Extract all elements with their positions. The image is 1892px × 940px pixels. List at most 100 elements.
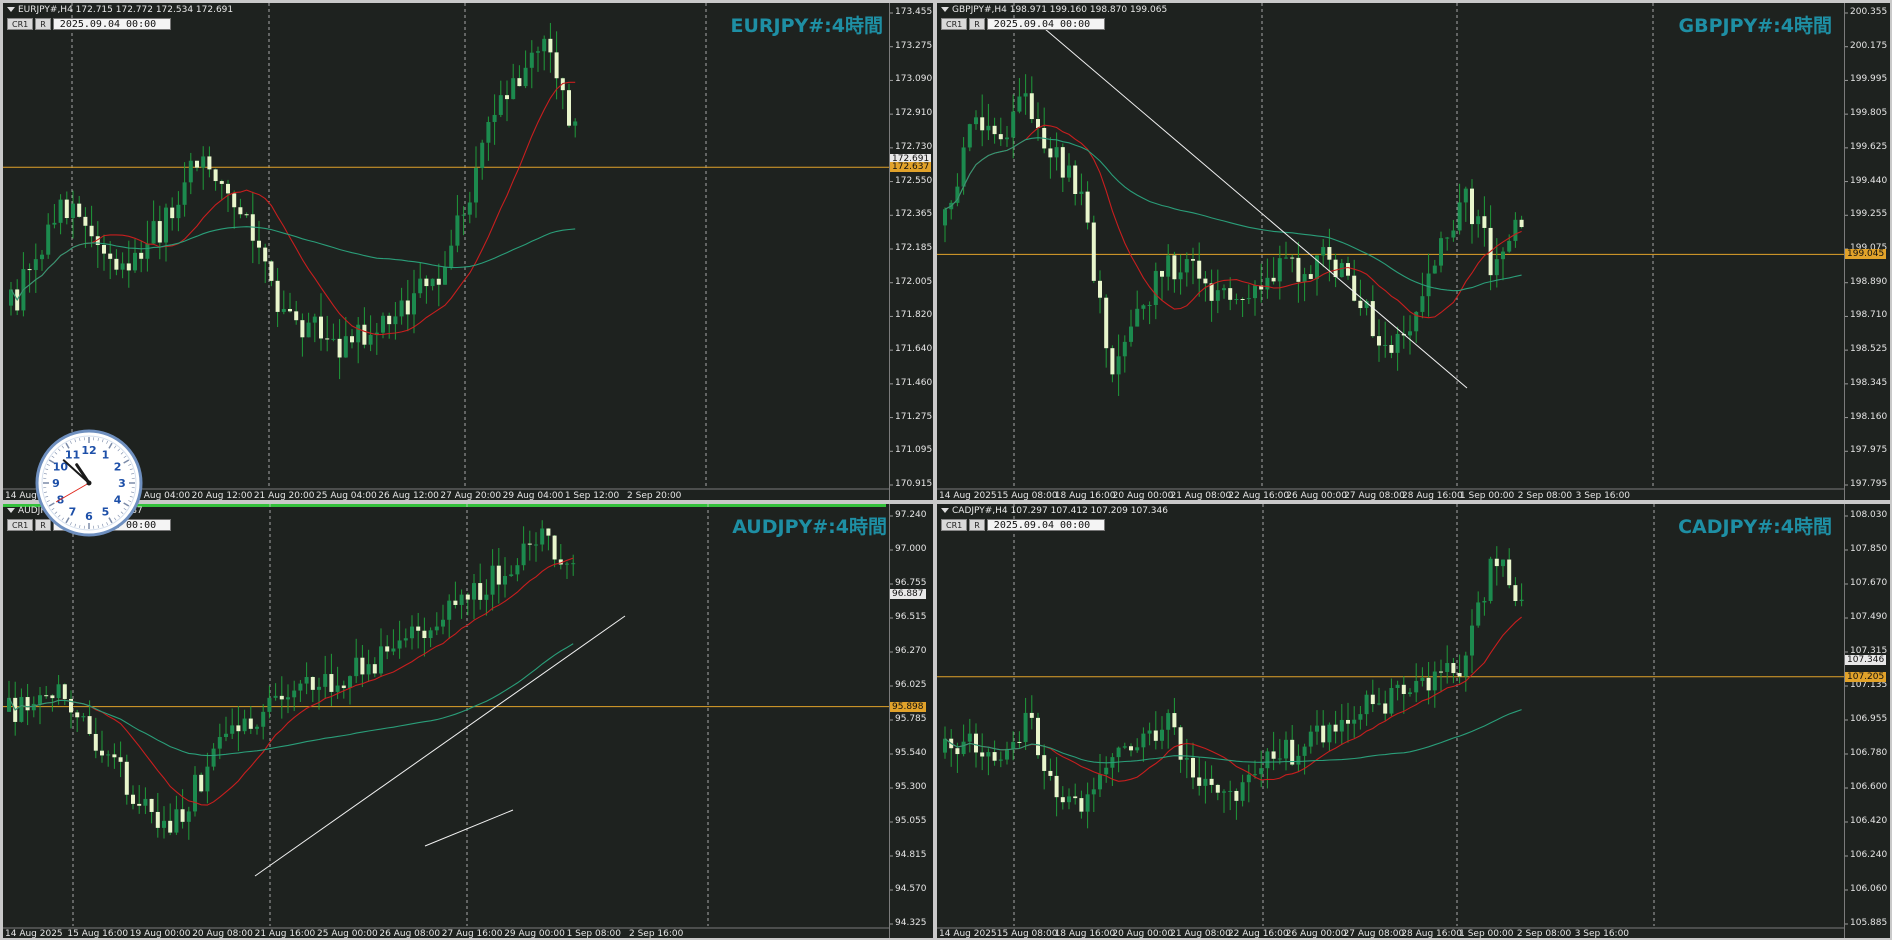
price-tick-label: 106.955 — [1850, 714, 1888, 724]
candle-body — [1184, 259, 1189, 273]
price-axis-audjpy[interactable] — [889, 504, 890, 938]
candle-body — [149, 798, 154, 812]
candle-body — [1240, 298, 1245, 300]
candle-body — [1432, 671, 1437, 691]
candle-body — [298, 683, 303, 691]
candle-body — [992, 752, 997, 761]
candle-body — [449, 245, 454, 268]
candle-body — [100, 750, 104, 756]
candle-body — [1265, 277, 1270, 290]
price-tick-label: 96.515 — [895, 612, 927, 622]
candle-body — [461, 214, 466, 216]
collapse-triangle-icon[interactable] — [7, 508, 15, 513]
candle-body — [1507, 240, 1512, 252]
moving-average-fast — [944, 124, 1522, 319]
datetime-box[interactable]: 2025.09.04 00:00 — [986, 18, 1105, 30]
price-plot-eurjpy[interactable] — [3, 3, 933, 500]
candle-body — [244, 214, 249, 216]
candle-body — [986, 125, 991, 131]
r-button[interactable]: R — [969, 18, 985, 30]
candle-body — [1153, 270, 1158, 305]
candle-body — [467, 202, 472, 215]
chart-pane-gbpjpy[interactable]: GBPJPY#,H4 198.971 199.160 198.870 199.0… — [937, 3, 1890, 500]
chart-pane-cadjpy[interactable]: CADJPY#,H4 107.297 107.412 107.209 107.3… — [937, 504, 1890, 938]
candle-body — [430, 278, 435, 287]
time-tick-label: 18 Aug 16:00 — [1054, 491, 1116, 500]
datetime-box[interactable]: 2025.09.04 00:00 — [52, 18, 171, 30]
price-tick-label: 173.455 — [895, 7, 933, 17]
candle-body — [319, 316, 323, 339]
candle-body — [1197, 260, 1202, 279]
candle-body — [1178, 727, 1183, 760]
candle-body — [521, 543, 526, 566]
candle-body — [403, 638, 408, 641]
price-plot-cadjpy[interactable] — [937, 504, 1890, 938]
candle-body — [1141, 305, 1146, 309]
price-axis-cadjpy[interactable] — [1844, 504, 1845, 938]
price-axis-eurjpy[interactable] — [889, 3, 890, 500]
collapse-triangle-icon[interactable] — [941, 7, 949, 12]
candle-body — [478, 583, 483, 600]
collapse-triangle-icon[interactable] — [941, 508, 949, 513]
candle-body — [1457, 673, 1462, 677]
candle-body — [1166, 713, 1171, 730]
candle-body — [992, 125, 997, 135]
candle-body — [1129, 746, 1133, 751]
candle-body — [224, 733, 228, 738]
cr1-button[interactable]: CR1 — [7, 519, 34, 531]
candle-body — [418, 278, 423, 294]
r-button[interactable]: R — [35, 18, 51, 30]
candle-body — [412, 293, 416, 315]
candle-body — [961, 741, 966, 755]
candle-body — [106, 754, 111, 756]
candle-body — [980, 117, 985, 131]
time-tick-label: 28 Aug 16:00 — [1401, 929, 1462, 938]
candle-body — [1302, 746, 1307, 756]
candle-body — [1215, 290, 1220, 301]
candle-body — [1470, 188, 1474, 225]
candle-body — [1339, 719, 1344, 732]
candle-body — [1352, 275, 1357, 301]
candle-body — [1098, 280, 1102, 298]
price-tick-label: 198.890 — [1850, 276, 1888, 287]
candle-body — [1383, 344, 1388, 346]
cr1-button[interactable]: CR1 — [941, 18, 968, 30]
chart-pane-audjpy[interactable]: AUDJPY#,H4 96.808 96.887 CR1 R 2025.09.0… — [3, 504, 933, 938]
clock-numeral: 2 — [114, 461, 122, 474]
candle-body — [44, 695, 49, 697]
candle-body — [1172, 713, 1177, 728]
candle-body — [1370, 694, 1375, 705]
trendline[interactable] — [254, 615, 626, 877]
clock-widget[interactable]: 121234567891011 — [34, 428, 144, 538]
cr1-button[interactable]: CR1 — [941, 519, 968, 531]
chart-pane-eurjpy[interactable]: EURJPY#,H4 172.715 172.772 172.534 172.6… — [3, 3, 933, 500]
candle-body — [186, 811, 191, 822]
candle-body — [534, 544, 538, 546]
price-plot-gbpjpy[interactable] — [937, 3, 1890, 500]
datetime-box[interactable]: 2025.09.04 00:00 — [986, 519, 1105, 531]
candle-body — [1098, 774, 1102, 790]
trendline[interactable] — [1044, 28, 1468, 389]
candle-body — [350, 336, 354, 343]
symbol-header-gbpjpy: GBPJPY#,H4 198.971 199.160 198.870 199.0… — [941, 5, 1167, 15]
candle-body — [1507, 559, 1512, 586]
collapse-triangle-icon[interactable] — [7, 7, 15, 12]
candle-body — [1420, 296, 1425, 312]
candle-body — [360, 657, 365, 675]
price-tick-label: 107.850 — [1850, 544, 1888, 554]
trendline[interactable] — [424, 809, 514, 847]
candle-body — [1290, 739, 1295, 765]
cr1-button[interactable]: CR1 — [7, 18, 34, 30]
price-tick-label: 94.815 — [895, 850, 927, 860]
candle-body — [1011, 741, 1016, 749]
candle-body — [255, 726, 259, 729]
r-button[interactable]: R — [969, 519, 985, 531]
clock-numeral: 11 — [65, 448, 80, 461]
candle-body — [81, 716, 86, 718]
time-tick-label: 26 Aug 00:00 — [1285, 929, 1347, 938]
candle-body — [1253, 285, 1257, 299]
candle-body — [1296, 257, 1301, 282]
price-plot-audjpy[interactable] — [3, 504, 933, 938]
candle-body — [93, 733, 98, 751]
candle-body — [1116, 356, 1121, 375]
